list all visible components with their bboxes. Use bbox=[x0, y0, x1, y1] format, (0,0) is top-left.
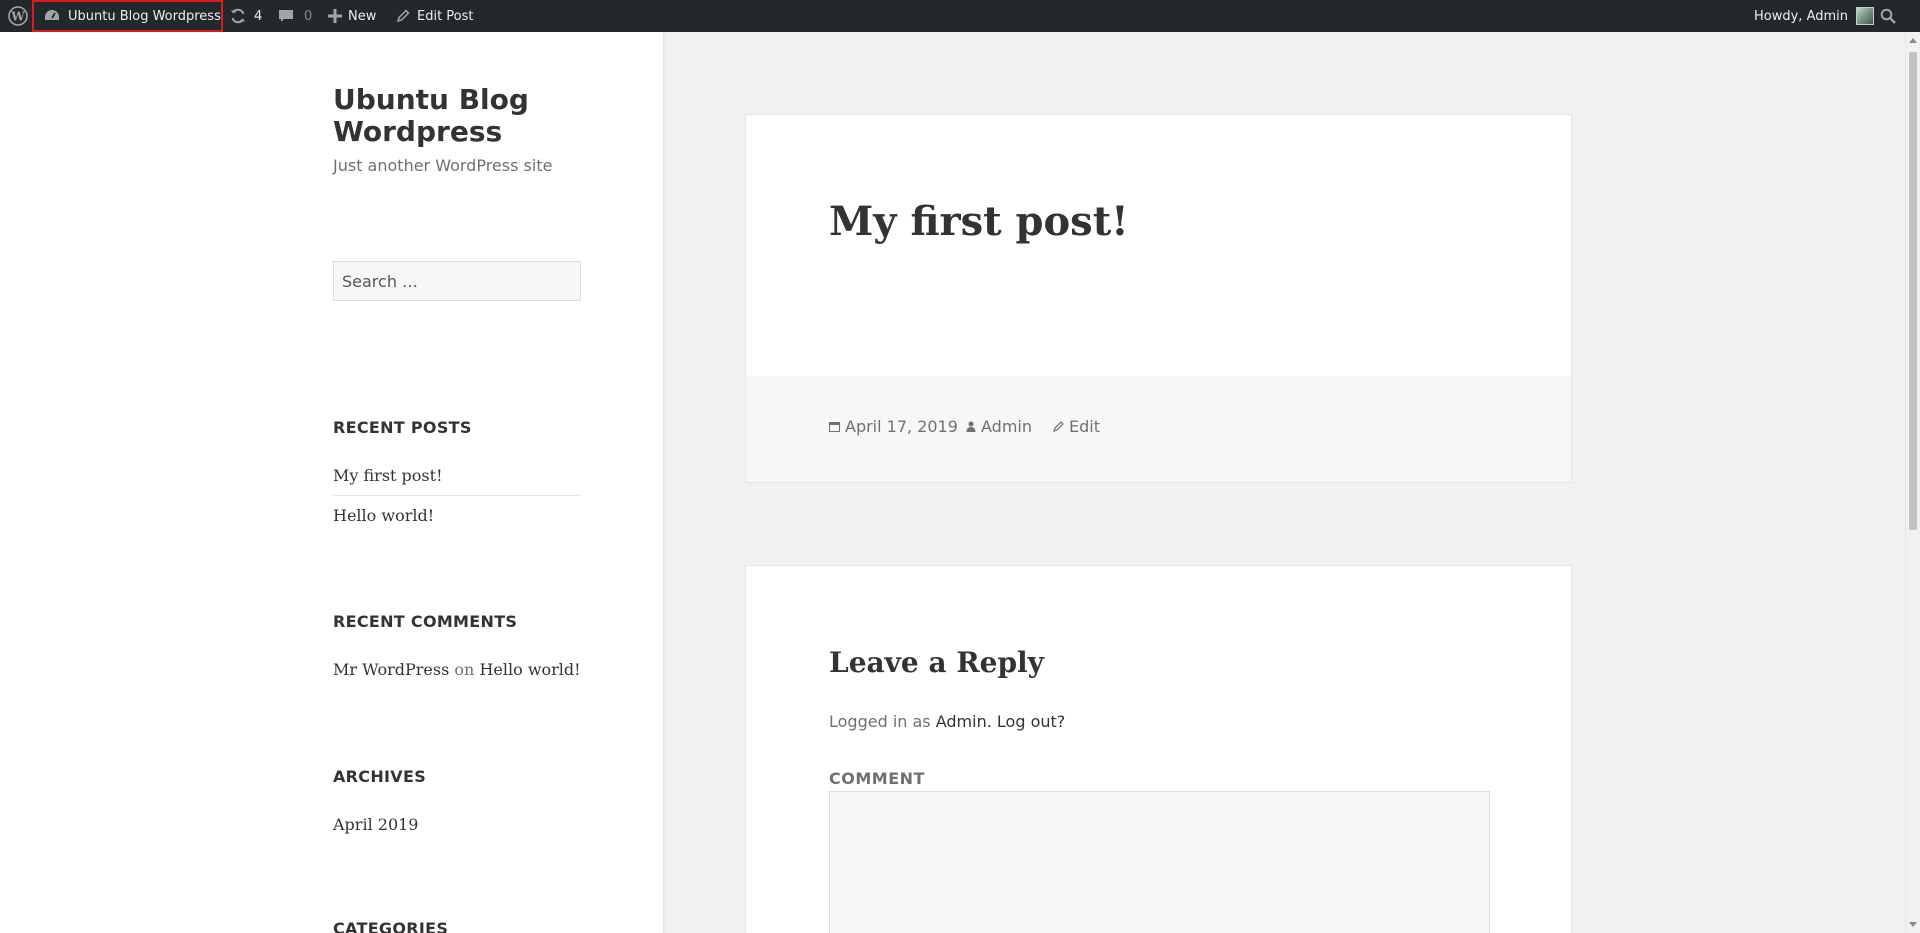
post-date[interactable]: April 17, 2019 bbox=[829, 417, 958, 436]
dashboard-icon bbox=[44, 9, 60, 23]
site-title[interactable]: Ubuntu Blog Wordpress bbox=[333, 84, 593, 148]
admin-bar-site-link[interactable]: Ubuntu Blog Wordpress bbox=[32, 0, 223, 32]
comment-bubble-icon bbox=[278, 8, 294, 24]
comment-textarea[interactable] bbox=[829, 791, 1490, 933]
admin-bar-my-account[interactable]: Howdy, Admin bbox=[1754, 0, 1875, 32]
post-article: My first post! April 17, 2019 Admin Edit bbox=[745, 114, 1572, 483]
comment-post-link[interactable]: Hello world! bbox=[479, 660, 580, 679]
post-edit-text: Edit bbox=[1069, 417, 1100, 436]
comment-respond: Leave a Reply Logged in as Admin. Log ou… bbox=[745, 565, 1572, 933]
admin-bar-edit-post[interactable]: Edit Post bbox=[396, 0, 474, 32]
edit-post-label: Edit Post bbox=[417, 8, 474, 24]
admin-bar-comments[interactable]: 0 bbox=[278, 0, 312, 32]
scrollbar[interactable] bbox=[1905, 32, 1920, 933]
widget-divider bbox=[333, 495, 581, 496]
pencil-icon bbox=[1053, 417, 1064, 436]
recent-post-link[interactable]: Hello world! bbox=[333, 506, 434, 525]
admin-bar-site-name: Ubuntu Blog Wordpress bbox=[68, 8, 221, 24]
post-footer: April 17, 2019 Admin Edit bbox=[746, 376, 1571, 482]
archive-link[interactable]: April 2019 bbox=[333, 815, 418, 834]
updates-count: 4 bbox=[254, 8, 263, 24]
recent-comments-heading: RECENT COMMENTS bbox=[333, 612, 518, 631]
search-icon bbox=[1880, 8, 1896, 24]
logged-in-as: Logged in as Admin. Log out? bbox=[829, 712, 1065, 731]
recent-post-link[interactable]: My first post! bbox=[333, 466, 443, 485]
scrollbar-thumb[interactable] bbox=[1909, 52, 1917, 530]
recent-posts-heading: RECENT POSTS bbox=[333, 418, 472, 437]
post-edit-link[interactable]: Edit bbox=[1053, 417, 1100, 436]
search-input[interactable] bbox=[333, 261, 581, 301]
updates-icon bbox=[230, 8, 246, 24]
admin-bar-new[interactable]: New bbox=[328, 0, 376, 32]
wordpress-logo-icon[interactable]: W bbox=[4, 0, 31, 32]
recent-comment-item: Mr WordPress on Hello world! bbox=[333, 660, 581, 679]
logged-in-prefix: Logged in as bbox=[829, 712, 931, 731]
post-date-text: April 17, 2019 bbox=[845, 417, 958, 436]
logout-link[interactable]: Log out? bbox=[997, 712, 1065, 731]
pencil-icon bbox=[396, 9, 410, 23]
admin-bar: W Ubuntu Blog Wordpress 4 0 New Edit Pos… bbox=[0, 0, 1920, 32]
admin-bar-updates[interactable]: 4 bbox=[230, 0, 262, 32]
comments-count: 0 bbox=[304, 8, 313, 24]
sidebar bbox=[0, 32, 664, 933]
scroll-up-arrow-icon[interactable] bbox=[1909, 38, 1917, 43]
howdy-label: Howdy, Admin bbox=[1754, 8, 1849, 24]
plus-icon bbox=[328, 9, 342, 23]
comment-author-link[interactable]: Mr WordPress bbox=[333, 660, 449, 679]
calendar-icon bbox=[829, 417, 840, 436]
avatar bbox=[1856, 7, 1875, 25]
site-description: Just another WordPress site bbox=[333, 156, 553, 175]
logged-in-user-link[interactable]: Admin. bbox=[936, 712, 992, 731]
user-icon bbox=[966, 417, 976, 436]
svg-text:W: W bbox=[10, 10, 25, 24]
comment-on-text: on bbox=[454, 660, 475, 679]
scroll-down-arrow-icon[interactable] bbox=[1909, 922, 1917, 927]
post-author-text: Admin bbox=[981, 417, 1032, 436]
archives-heading: ARCHIVES bbox=[333, 767, 427, 786]
new-label: New bbox=[348, 8, 377, 24]
post-title: My first post! bbox=[829, 198, 1129, 245]
categories-heading: CATEGORIES bbox=[333, 919, 449, 933]
post-author[interactable]: Admin bbox=[966, 417, 1032, 436]
admin-bar-search[interactable] bbox=[1880, 0, 1896, 32]
reply-title: Leave a Reply bbox=[829, 646, 1044, 679]
comment-label: COMMENT bbox=[829, 769, 925, 788]
